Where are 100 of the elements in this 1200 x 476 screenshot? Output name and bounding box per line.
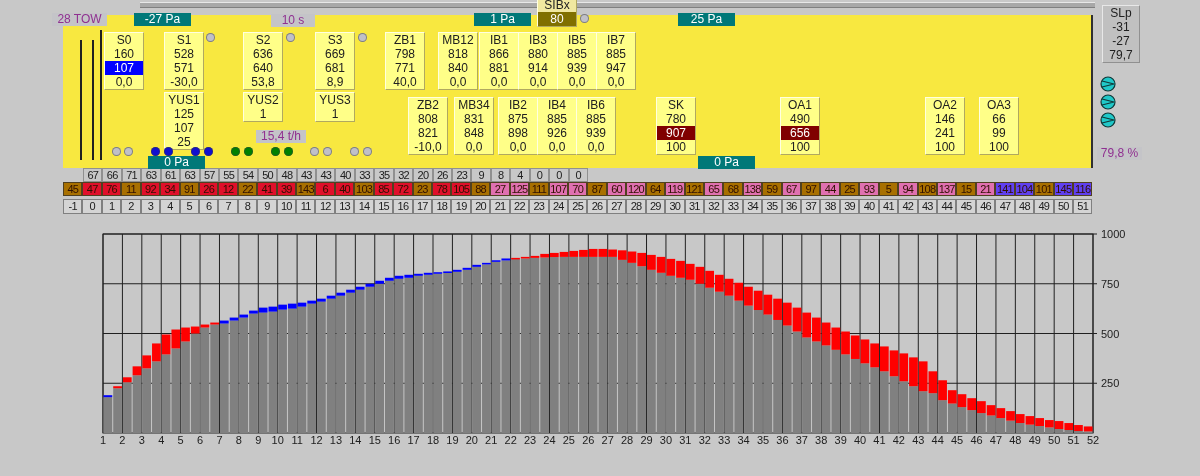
index-cell: 14 — [354, 199, 374, 214]
level-cell: 119 — [665, 182, 685, 196]
axis-label: 32 — [698, 434, 711, 446]
level-cell: 145 — [1053, 182, 1073, 196]
axis-label: 34 — [737, 434, 750, 446]
level-cell: 6 — [315, 182, 335, 196]
tile-value: 636 — [252, 47, 274, 61]
axis-label: 7 — [216, 434, 223, 446]
index-cell: 33 — [723, 199, 743, 214]
axis-label: 13 — [329, 434, 343, 446]
axis-label: 25 — [562, 434, 575, 446]
index-cell: 18 — [432, 199, 452, 214]
level-cell: 44 — [820, 182, 840, 196]
index-cell: 38 — [820, 199, 840, 214]
level-cell: 22 — [237, 182, 258, 196]
count-cell: 4 — [510, 168, 530, 182]
tile-value: 160 — [113, 47, 135, 61]
tile-label: YUS1 — [167, 93, 201, 107]
index-cell: 21 — [490, 199, 510, 214]
count-cell: 40 — [335, 168, 355, 182]
axis-label: 18 — [426, 434, 440, 446]
tile-value: 571 — [173, 61, 195, 75]
axis-label: 33 — [718, 434, 731, 446]
axis-label: 28 — [621, 434, 634, 446]
axis-label: 5 — [177, 434, 184, 446]
tile-value: 0,0 — [528, 75, 548, 89]
axis-label: 16 — [388, 434, 401, 446]
axis-label: 750 — [1101, 277, 1120, 290]
axis-label: 48 — [1009, 434, 1022, 446]
tile-value: 656 — [781, 126, 819, 140]
axis-label: 46 — [970, 434, 983, 446]
tile-value: 25 — [176, 135, 192, 149]
level-cell: 107 — [548, 182, 568, 196]
level-cell: 92 — [140, 182, 161, 196]
count-cell: 48 — [277, 168, 297, 182]
index-cell: 11 — [296, 199, 316, 214]
tile-value: 681 — [324, 61, 346, 75]
axis-label: 23 — [523, 434, 537, 446]
level-cell: 5 — [878, 182, 899, 196]
count-cell: 50 — [257, 168, 278, 182]
axis-label: 11 — [291, 434, 303, 446]
axis-label: 21 — [485, 434, 498, 446]
tile-label: ZB1 — [393, 33, 417, 47]
tile-value: 780 — [665, 112, 687, 126]
level-cell: 72 — [393, 182, 413, 196]
level-cell: 67 — [781, 182, 802, 196]
level-cell: 26 — [198, 182, 219, 196]
count-cell: 35 — [374, 168, 394, 182]
level-cell: 40 — [334, 182, 355, 196]
axis-label: 30 — [659, 434, 673, 446]
level-cell: 88 — [470, 182, 491, 196]
tile-value: 848 — [463, 126, 485, 140]
level-cell: 65 — [703, 182, 724, 196]
pressure-readout: 1 Pa — [474, 13, 531, 26]
tile-value: -31 — [1111, 20, 1131, 34]
tile-label: S0 — [115, 33, 133, 47]
index-cell: 4 — [160, 199, 180, 214]
tile-label: S3 — [326, 33, 344, 47]
level-cell: 76 — [101, 182, 122, 196]
tile-label: YUS3 — [318, 93, 352, 107]
index-cell: 28 — [626, 199, 646, 214]
tile-label: MB34 — [457, 98, 491, 112]
axis-label: 39 — [834, 434, 847, 446]
level-cell: 27 — [490, 182, 510, 196]
tile-value: 926 — [546, 126, 568, 140]
tile-value: 8,9 — [325, 75, 345, 89]
tile-value: 818 — [447, 47, 469, 61]
pressure-readout: 0 Pa — [698, 156, 755, 169]
count-cell: 33 — [354, 168, 375, 182]
tile-value: 939 — [585, 126, 607, 140]
tile-value: 885 — [585, 112, 607, 126]
index-cell: 2 — [121, 199, 141, 214]
axis-label: 500 — [1101, 327, 1120, 340]
tile-value: 885 — [566, 47, 588, 61]
tile-value: 840 — [447, 61, 469, 75]
level-cell: 78 — [432, 182, 452, 196]
level-cell: 104 — [1014, 182, 1035, 196]
count-cell: 0 — [568, 168, 588, 182]
axis-label: 36 — [776, 434, 789, 446]
index-cell: 9 — [257, 199, 277, 214]
tile-label: SLp — [1109, 6, 1133, 20]
level-cell: 93 — [859, 182, 879, 196]
axis-label: 6 — [197, 434, 204, 446]
tile-value: 0,0 — [547, 140, 567, 154]
count-cell: 0 — [529, 168, 550, 182]
level-cell: 91 — [179, 182, 199, 196]
tile-label: IB1 — [489, 33, 509, 47]
tile-label: OA1 — [787, 98, 813, 112]
pressure-readout: 0 Pa — [148, 156, 205, 169]
index-cell: 12 — [315, 199, 335, 214]
tile-value: 528 — [173, 47, 195, 61]
tile-label: IB3 — [528, 33, 548, 47]
axis-label: 22 — [504, 434, 517, 446]
level-cell: 141 — [995, 182, 1015, 196]
tile-label: S2 — [254, 33, 272, 47]
count-cell: 71 — [121, 168, 142, 182]
count-cell: 63 — [141, 168, 161, 182]
tile-value: 79,7 — [1108, 48, 1134, 62]
tile-value: 0,0 — [448, 75, 468, 89]
level-cell: 143 — [296, 182, 316, 196]
